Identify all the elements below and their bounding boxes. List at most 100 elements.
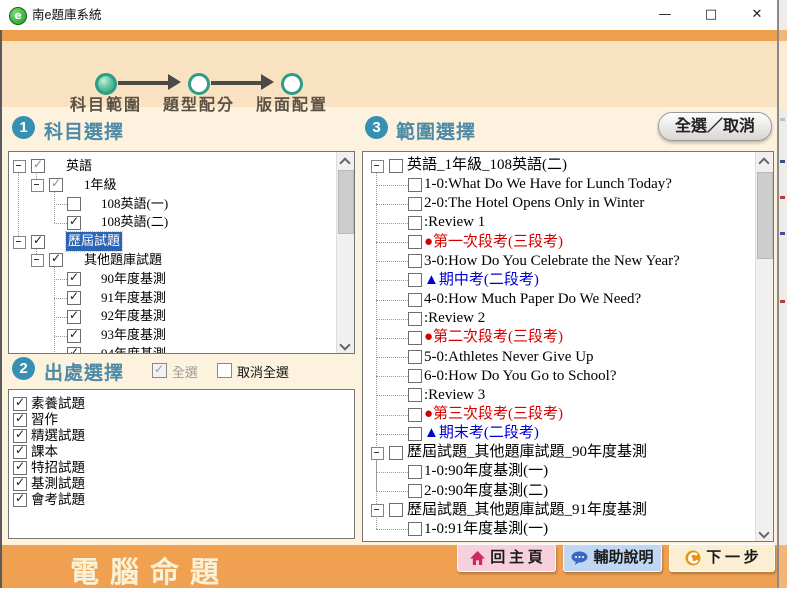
tree-expander-minus-icon[interactable] xyxy=(13,236,26,249)
tree-checkbox[interactable] xyxy=(67,310,81,324)
source-item-label[interactable]: 習作 xyxy=(31,412,58,428)
scroll-up-icon[interactable] xyxy=(341,156,349,164)
tree-checkbox[interactable] xyxy=(408,465,422,479)
tree-checkbox[interactable] xyxy=(389,159,403,173)
source-item-label[interactable]: 素養試題 xyxy=(31,396,85,412)
tree-checkbox[interactable] xyxy=(67,291,81,305)
tree-item-label[interactable]: 5-0:Athletes Never Give Up xyxy=(424,348,594,367)
tree-checkbox[interactable] xyxy=(408,293,422,307)
maximize-button[interactable]: □ xyxy=(694,0,728,30)
scrollbar-thumb[interactable] xyxy=(338,170,354,234)
source-item-checkbox[interactable] xyxy=(13,493,27,507)
tree-item-label[interactable]: :Review 1 xyxy=(424,213,485,232)
tree-expander-minus-icon[interactable] xyxy=(371,447,384,460)
source-item-checkbox[interactable] xyxy=(13,477,27,491)
tree-checkbox[interactable] xyxy=(408,522,422,536)
scroll-down-icon[interactable] xyxy=(760,529,768,537)
subject-tree-scrollbar[interactable] xyxy=(336,152,354,353)
source-item-label[interactable]: 會考試題 xyxy=(31,492,85,508)
tree-checkbox[interactable] xyxy=(408,273,422,287)
tree-checkbox[interactable] xyxy=(408,408,422,422)
minimize-button[interactable]: — xyxy=(648,0,682,30)
tree-checkbox[interactable] xyxy=(389,503,403,517)
tree-item-label[interactable]: 其他題庫試題 xyxy=(84,251,162,270)
tree-item-label[interactable]: 91年度基測 xyxy=(101,289,166,308)
tree-checkbox[interactable] xyxy=(408,369,422,383)
tree-item-label[interactable]: 2-0:90年度基測(二) xyxy=(424,482,548,501)
tree-checkbox[interactable] xyxy=(49,178,63,192)
tree-item-label[interactable]: 4-0:How Much Paper Do We Need? xyxy=(424,290,641,309)
source-item-checkbox[interactable] xyxy=(13,445,27,459)
help-button[interactable]: 輔助說明 xyxy=(563,544,662,572)
tree-checkbox[interactable] xyxy=(67,216,81,230)
tree-item-label[interactable]: 1年級 xyxy=(84,176,117,195)
tree-item-label[interactable]: 94年度基測 xyxy=(101,345,166,354)
source-item-label[interactable]: 基測試題 xyxy=(31,476,85,492)
scope-tree-scrollbar[interactable] xyxy=(755,152,773,541)
source-item-label[interactable]: 課本 xyxy=(31,444,58,460)
step-circle-2[interactable] xyxy=(188,73,210,95)
tree-item-label[interactable]: 90年度基測 xyxy=(101,270,166,289)
next-step-button[interactable]: 下 一 步 xyxy=(669,544,775,572)
source-item-checkbox[interactable] xyxy=(13,413,27,427)
tree-item-label[interactable]: 92年度基測 xyxy=(101,307,166,326)
tree-checkbox[interactable] xyxy=(408,350,422,364)
source-item-checkbox[interactable] xyxy=(13,461,27,475)
tree-checkbox[interactable] xyxy=(408,484,422,498)
tree-item-label[interactable]: 6-0:How Do You Go to School? xyxy=(424,367,617,386)
select-all-toggle-button[interactable]: 全選／取消 xyxy=(658,112,772,141)
tree-checkbox[interactable] xyxy=(67,272,81,286)
tree-checkbox[interactable] xyxy=(408,235,422,249)
tree-checkbox[interactable] xyxy=(408,427,422,441)
source-item-label[interactable]: 精選試題 xyxy=(31,428,85,444)
tree-item-label[interactable]: 1-0:What Do We Have for Lunch Today? xyxy=(424,175,672,194)
tree-item-label[interactable]: :Review 2 xyxy=(424,309,485,328)
tree-item-label[interactable]: 93年度基測 xyxy=(101,326,166,345)
source-item-label[interactable]: 特招試題 xyxy=(31,460,85,476)
tree-item-label[interactable]: 108英語(二) xyxy=(101,213,168,232)
tree-item-label[interactable]: 歷屆試題_其他題庫試題_91年度基測 xyxy=(407,501,647,520)
tree-checkbox[interactable] xyxy=(67,329,81,343)
tree-item-label[interactable]: 1-0:91年度基測(一) xyxy=(424,520,548,539)
tree-item-label[interactable]: 英語_1年級_108英語(二) xyxy=(407,156,567,175)
tree-checkbox[interactable] xyxy=(408,197,422,211)
tree-item-label[interactable]: ●第一次段考(三段考) xyxy=(424,233,563,252)
tree-expander-minus-icon[interactable] xyxy=(371,160,384,173)
step-circle-3[interactable] xyxy=(281,73,303,95)
tree-item-label[interactable]: ▲期末考(二段考) xyxy=(424,424,539,443)
tree-checkbox[interactable] xyxy=(31,235,45,249)
tree-checkbox[interactable] xyxy=(67,197,81,211)
tree-expander-minus-icon[interactable] xyxy=(31,179,44,192)
scroll-down-icon[interactable] xyxy=(341,341,349,349)
tree-checkbox[interactable] xyxy=(389,446,403,460)
tree-checkbox[interactable] xyxy=(67,347,81,354)
tree-expander-minus-icon[interactable] xyxy=(31,254,44,267)
tree-item-label[interactable]: ▲期中考(二段考) xyxy=(424,271,539,290)
tree-checkbox[interactable] xyxy=(49,253,63,267)
tree-item-label[interactable]: 歷屆試題 xyxy=(66,232,122,251)
tree-expander-minus-icon[interactable] xyxy=(371,504,384,517)
source-item-checkbox[interactable] xyxy=(13,429,27,443)
tree-item-label[interactable]: 1-0:90年度基測(一) xyxy=(424,462,548,481)
tree-checkbox[interactable] xyxy=(408,254,422,268)
tree-item-label[interactable]: 3-0:How Do You Celebrate the New Year? xyxy=(424,252,680,271)
tree-checkbox[interactable] xyxy=(408,331,422,345)
source-item-checkbox[interactable] xyxy=(13,397,27,411)
tree-checkbox[interactable] xyxy=(408,178,422,192)
tree-item-label[interactable]: 英語 xyxy=(66,157,92,176)
tree-checkbox[interactable] xyxy=(408,388,422,402)
home-button[interactable]: 回 主 頁 xyxy=(457,544,556,572)
tree-checkbox[interactable] xyxy=(408,216,422,230)
tree-checkbox[interactable] xyxy=(408,312,422,326)
tree-item-label[interactable]: 2-0:The Hotel Opens Only in Winter xyxy=(424,194,644,213)
deselect-all-checkbox[interactable] xyxy=(217,363,232,378)
tree-checkbox[interactable] xyxy=(31,159,45,173)
tree-expander-minus-icon[interactable] xyxy=(13,160,26,173)
scrollbar-thumb[interactable] xyxy=(757,172,773,259)
tree-item-label[interactable]: :Review 3 xyxy=(424,386,485,405)
tree-item-label[interactable]: 歷屆試題_其他題庫試題_90年度基測 xyxy=(407,443,647,462)
step-circle-1-current[interactable] xyxy=(95,73,117,95)
tree-item-label[interactable]: 108英語(一) xyxy=(101,195,168,214)
tree-item-label[interactable]: ●第二次段考(三段考) xyxy=(424,328,563,347)
scroll-up-icon[interactable] xyxy=(760,156,768,164)
